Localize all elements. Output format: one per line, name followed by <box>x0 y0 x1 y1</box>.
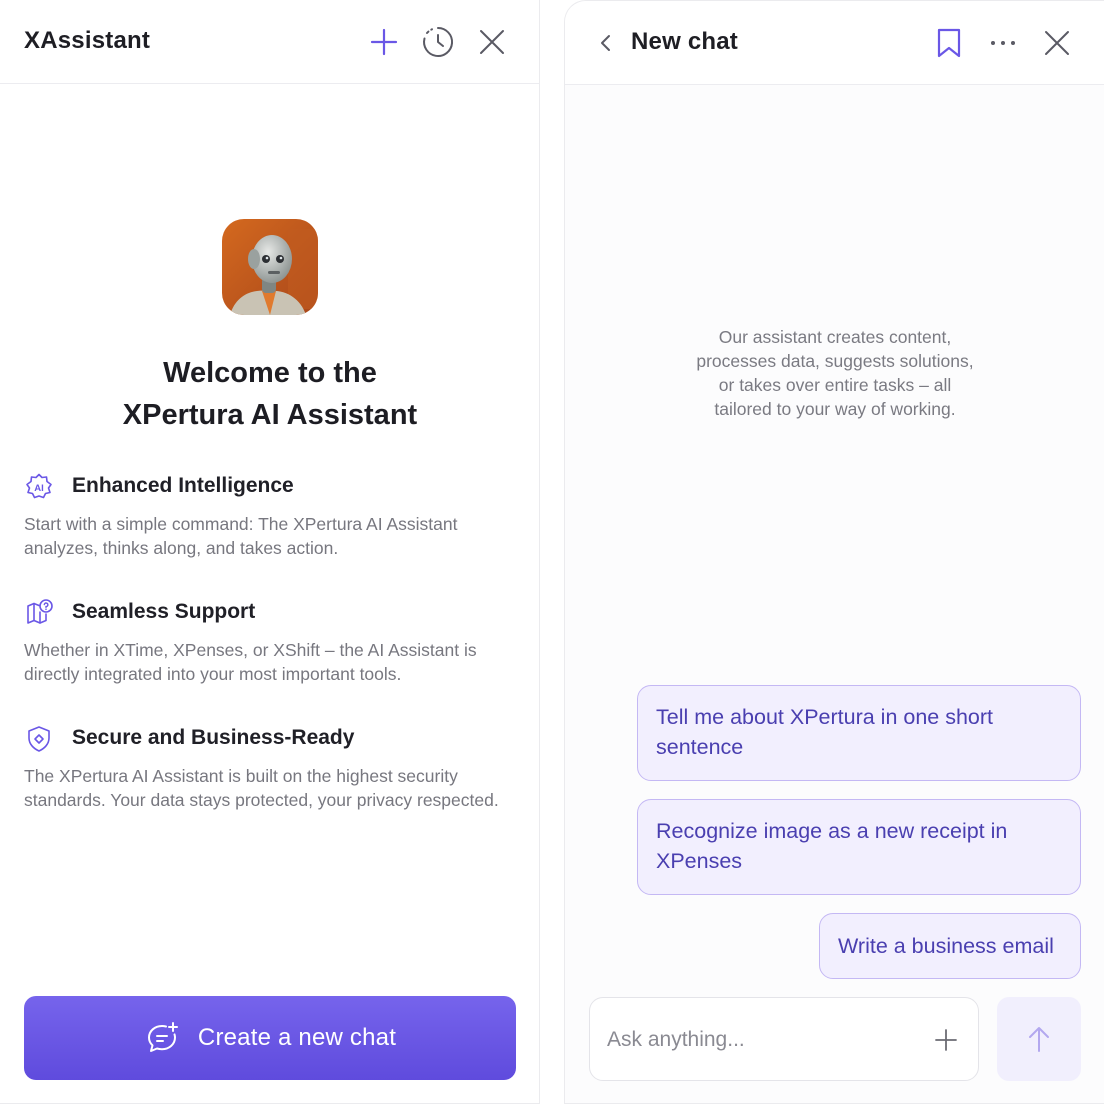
assistant-robot-avatar <box>222 219 318 315</box>
feature-description: Start with a simple command: The XPertur… <box>24 514 458 558</box>
shield-icon <box>28 726 50 752</box>
intro-line: Our assistant creates content, <box>718 327 952 347</box>
assistant-welcome-panel: XAssistant Welcome to the XPertura AI As… <box>0 0 540 1104</box>
create-new-chat-label: Create a new chat <box>197 1024 397 1051</box>
suggestion-text-line: Recognize image as a new receipt in <box>656 819 1008 843</box>
arrow-up-icon <box>1029 1027 1049 1052</box>
feature-heading: Secure and Business-Ready <box>72 726 355 749</box>
app-title: XAssistant <box>24 27 151 54</box>
svg-text:AI: AI <box>34 483 44 494</box>
plus-icon <box>370 28 398 56</box>
bookmark-icon <box>937 28 961 58</box>
close-icon <box>480 30 504 54</box>
intro-line: or takes over entire tasks – all <box>718 375 952 395</box>
suggestion-text-line: Write a business email <box>838 934 1054 958</box>
feature-heading: Enhanced Intelligence <box>72 474 294 497</box>
close-icon <box>1045 31 1069 55</box>
attach-button[interactable] <box>928 1022 964 1058</box>
left-panel-header: XAssistant <box>0 0 539 84</box>
intro-line: tailored to your way of working. <box>714 399 956 419</box>
back-chevron-icon <box>601 35 610 51</box>
chat-intro-text: Our assistant creates content, processes… <box>625 325 1045 421</box>
suggestion-text-line: Tell me about XPertura in one short <box>656 705 994 729</box>
close-chat-button[interactable] <box>1039 25 1075 61</box>
ai-badge-icon: AI <box>26 473 52 499</box>
feature-description: Whether in XTime, XPenses, or XShift – t… <box>24 640 477 684</box>
chat-plus-icon <box>147 1022 178 1052</box>
new-chat-plus-button[interactable] <box>366 24 402 60</box>
history-button[interactable] <box>420 24 456 60</box>
suggestion-text-line: XPenses <box>656 849 743 873</box>
send-button[interactable] <box>997 997 1081 1081</box>
plus-icon <box>935 1029 957 1051</box>
suggestion-chip[interactable]: Tell me about XPertura in one short sent… <box>637 685 1081 781</box>
feature-heading: Seamless Support <box>72 600 256 623</box>
welcome-line-2: XPertura AI Assistant <box>122 399 418 431</box>
history-clock-icon <box>423 26 454 57</box>
support-map-question-icon <box>27 599 53 624</box>
welcome-line-1: Welcome to the <box>163 357 377 389</box>
chat-panel: New chat Our assistant creates content, … <box>564 0 1104 1104</box>
more-dots-icon <box>991 41 1015 45</box>
create-new-chat-button[interactable]: Create a new chat <box>24 996 516 1080</box>
suggestion-chip[interactable]: Recognize image as a new receipt in XPen… <box>637 799 1081 895</box>
chat-panel-header: New chat <box>565 1 1104 85</box>
chat-input-container <box>589 997 979 1081</box>
chat-title: New chat <box>631 28 738 55</box>
feature-description: The XPertura AI Assistant is built on th… <box>24 766 499 810</box>
intro-line: processes data, suggests solutions, <box>696 351 974 371</box>
close-left-panel-button[interactable] <box>474 24 510 60</box>
welcome-title: Welcome to the XPertura AI Assistant <box>0 352 539 436</box>
more-options-button[interactable] <box>985 25 1021 61</box>
suggestion-text-line: sentence <box>656 735 744 759</box>
back-button[interactable] <box>589 25 623 61</box>
suggestion-chip[interactable]: Write a business email <box>819 913 1081 979</box>
chat-input[interactable] <box>607 1024 927 1056</box>
bookmark-button[interactable] <box>931 25 967 61</box>
